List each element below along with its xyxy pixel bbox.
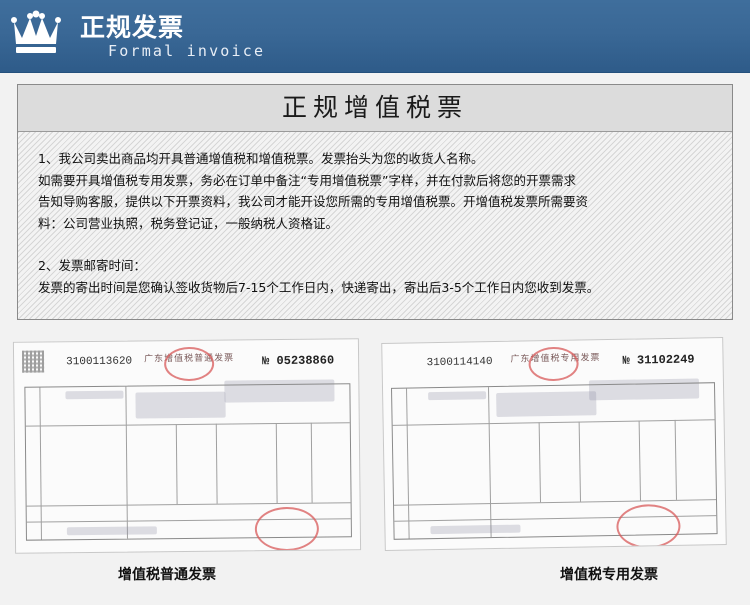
info-title: 正规增值税票 (18, 85, 732, 132)
page-header: 正规发票 Formal invoice (0, 0, 750, 73)
invoice-caption-special: 增值税专用发票 (560, 567, 658, 583)
header-title: 正规发票 (80, 13, 185, 42)
info-paragraph: 2、发票邮寄时间： (38, 258, 146, 273)
invoice-table (24, 383, 352, 552)
info-body: 1、我公司卖出商品均开具普通增值税和增值税票。发票抬头为您的收货人名称。 如需要… (18, 132, 732, 319)
info-text: 1、我公司卖出商品均开具普通增值税和增值税票。发票抬头为您的收货人名称。 如需要… (38, 148, 718, 298)
crown-icon (11, 10, 61, 53)
info-paragraph: 告知导购客服，提供以下开票资料，我公司才能开设您所需的专用增值税票。开增值税发票… (38, 194, 589, 209)
invoice-image-ordinary: 3100113620 广东增值税普通发票 № 05238860 (12, 338, 362, 554)
invoice-code: 3100113620 (66, 355, 133, 369)
invoice-code: 3100114140 (426, 356, 493, 370)
red-seal-icon (163, 346, 215, 382)
info-paragraph: 1、我公司卖出商品均开具普通增值税和增值税票。发票抬头为您的收货人名称。 (38, 151, 484, 166)
qr-code-icon (21, 350, 45, 373)
invoice-info-panel: 正规增值税票 1、我公司卖出商品均开具普通增值税和增值税票。发票抬头为您的收货人… (17, 84, 733, 320)
info-paragraph: 发票的寄出时间是您确认签收货物后7-15个工作日内，快递寄出，寄出后3-5个工作… (38, 279, 600, 295)
red-seal-icon (528, 346, 579, 382)
invoice-image-special: 3100114140 广东增值税专用发票 № 31102249 (381, 337, 727, 551)
invoice-number: № 31102249 (622, 352, 695, 368)
invoice-number: № 05238860 (262, 353, 335, 369)
info-paragraph: 料：公司营业执照，税务登记证，一般纳税人资格证。 (38, 215, 339, 231)
invoice-caption-ordinary: 增值税普通发票 (118, 567, 216, 583)
header-subtitle: Formal invoice (108, 42, 266, 60)
invoice-table (390, 382, 718, 549)
info-paragraph: 如需要开具增值税专用发票，务必在订单中备注“专用增值税票”字样，并在付款后将您的… (38, 172, 576, 188)
